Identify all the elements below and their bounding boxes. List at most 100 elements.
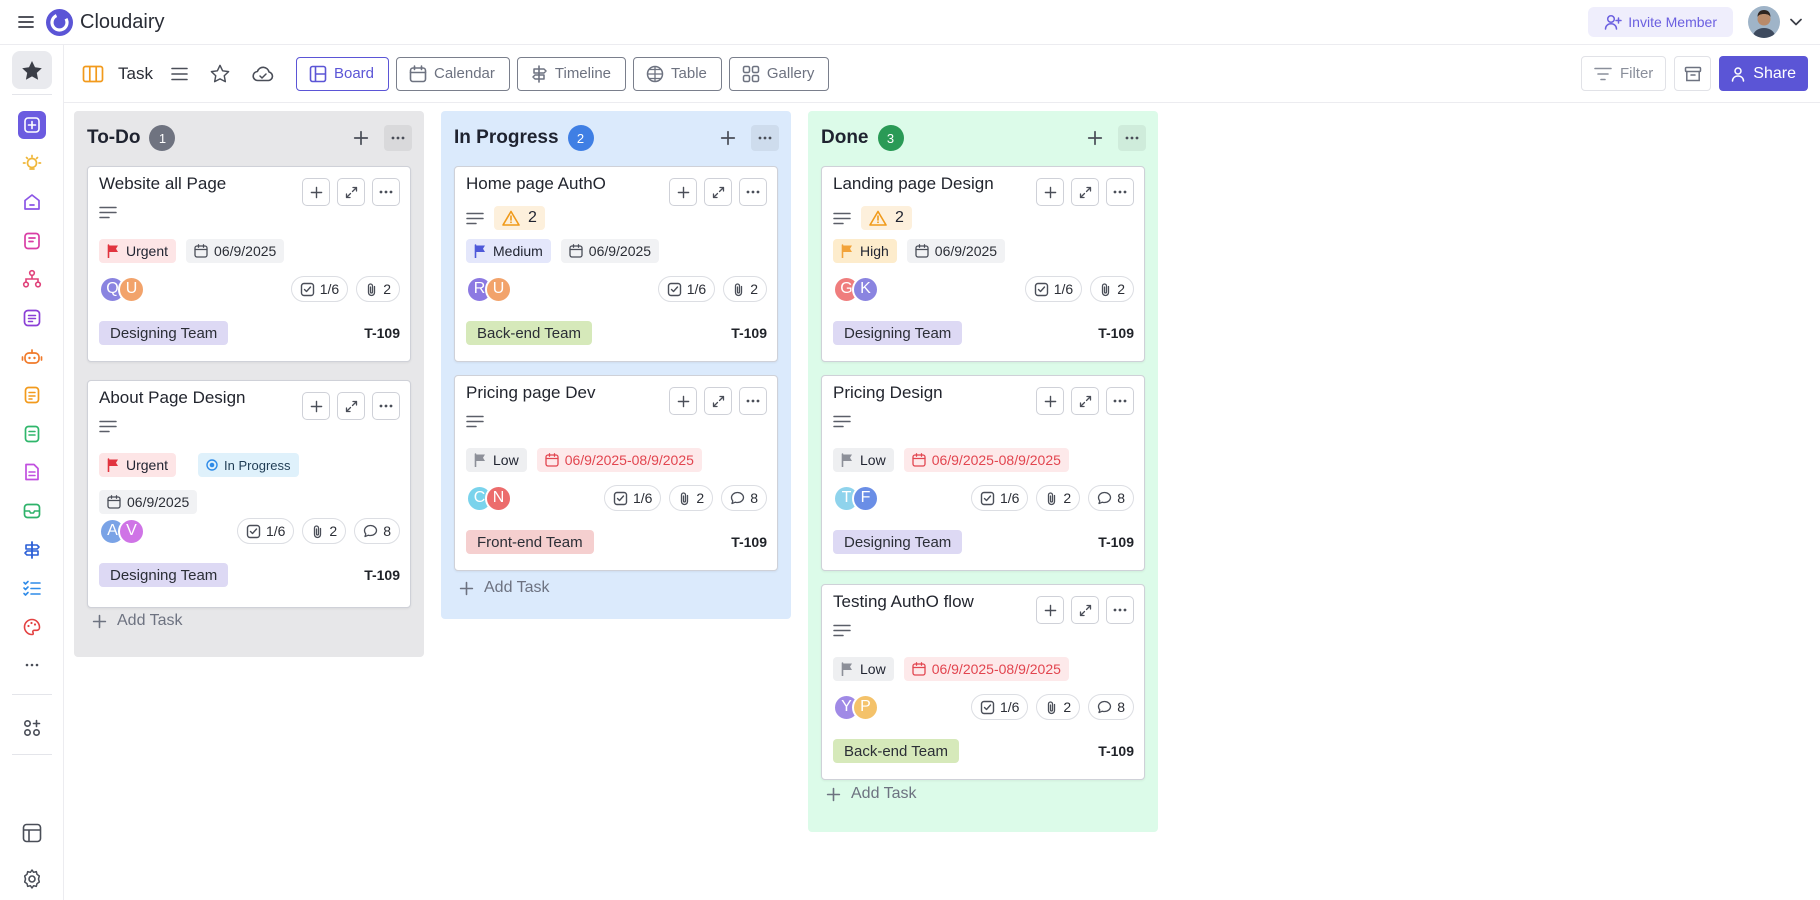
- column-add-icon[interactable]: [348, 125, 374, 151]
- task-card[interactable]: Testing AuthO flow Low 06/9/2025-08/9/2025…: [821, 584, 1145, 780]
- priority-badge[interactable]: Medium: [466, 239, 551, 263]
- team-tag[interactable]: Designing Team: [99, 563, 229, 587]
- column-add-icon[interactable]: [715, 125, 741, 151]
- add-subtask-icon[interactable]: [669, 178, 697, 206]
- star-icon[interactable]: [210, 64, 230, 83]
- task-card[interactable]: Pricing page Dev Low 06/9/2025-08/9/2025 C N…: [454, 375, 778, 571]
- comments-chip[interactable]: 8: [1088, 694, 1134, 720]
- view-tab-calendar[interactable]: Calendar: [396, 56, 510, 91]
- status-badge[interactable]: In Progress: [198, 453, 299, 477]
- assignee-avatar[interactable]: F: [852, 484, 879, 512]
- apps-icon[interactable]: [22, 718, 42, 738]
- assignee-avatars[interactable]: CN: [466, 484, 512, 512]
- cloud-sync-icon[interactable]: [252, 65, 274, 82]
- add-subtask-icon[interactable]: [302, 178, 330, 206]
- share-button[interactable]: Share: [1719, 56, 1808, 91]
- comments-chip[interactable]: 8: [721, 485, 767, 511]
- expand-icon[interactable]: [704, 178, 732, 206]
- column-more-icon[interactable]: [384, 125, 412, 151]
- more-options-icon[interactable]: [1106, 178, 1134, 206]
- expand-icon[interactable]: [1071, 596, 1099, 624]
- signpost-icon[interactable]: [22, 540, 42, 560]
- attachments-chip[interactable]: 2: [302, 518, 347, 544]
- file-text-icon[interactable]: [22, 385, 42, 405]
- expand-icon[interactable]: [1071, 178, 1099, 206]
- team-tag[interactable]: Back-end Team: [833, 739, 959, 763]
- attachments-chip[interactable]: 2: [356, 276, 400, 302]
- notes-icon[interactable]: [22, 231, 42, 251]
- column-add-icon[interactable]: [1082, 125, 1108, 151]
- team-tag[interactable]: Front-end Team: [466, 530, 594, 554]
- palette-icon[interactable]: [22, 617, 42, 637]
- create-plus-icon[interactable]: [18, 111, 46, 139]
- attachments-chip[interactable]: 2: [1090, 276, 1134, 302]
- due-date[interactable]: 06/9/2025-08/9/2025: [536, 448, 702, 472]
- priority-badge[interactable]: Low: [833, 448, 894, 472]
- bot-icon[interactable]: [21, 347, 43, 367]
- task-card[interactable]: Landing page Design 2 High 06/9/2025 G K 1/6 2 D…: [821, 166, 1145, 362]
- task-card[interactable]: Website all Page Urgent 06/9/2025 Q U 1/6 2 Des…: [87, 166, 411, 362]
- team-tag[interactable]: Designing Team: [99, 321, 229, 345]
- due-date[interactable]: 06/9/2025: [99, 490, 198, 514]
- more-options-icon[interactable]: [1106, 387, 1134, 415]
- task-card[interactable]: Home page AuthO 2 Medium 06/9/2025 R U 1/6 2 Bac…: [454, 166, 778, 362]
- checklist-chip[interactable]: 1/6: [236, 518, 295, 544]
- menu-icon[interactable]: [18, 15, 34, 29]
- expand-icon[interactable]: [1071, 387, 1099, 415]
- comments-chip[interactable]: 8: [354, 518, 400, 544]
- priority-badge[interactable]: High: [833, 239, 897, 263]
- add-task-button[interactable]: Add Task: [92, 612, 183, 630]
- add-task-button[interactable]: Add Task: [459, 579, 550, 597]
- checklist-chip[interactable]: 1/6: [290, 276, 349, 302]
- card-title[interactable]: Pricing page Dev: [466, 383, 595, 403]
- attachments-chip[interactable]: 2: [1036, 694, 1081, 720]
- layout-icon[interactable]: [21, 822, 43, 844]
- more-options-icon[interactable]: [372, 178, 400, 206]
- hierarchy-icon[interactable]: [22, 269, 42, 289]
- assignee-avatar[interactable]: N: [485, 484, 512, 512]
- task-card[interactable]: Pricing Design Low 06/9/2025-08/9/2025 T F 1/…: [821, 375, 1145, 571]
- more-options-icon[interactable]: [372, 392, 400, 420]
- assignee-avatars[interactable]: AV: [99, 517, 145, 545]
- doc-icon[interactable]: [22, 462, 42, 482]
- document-list-icon[interactable]: [22, 308, 42, 328]
- assignee-avatar[interactable]: P: [852, 693, 879, 721]
- priority-badge[interactable]: Urgent: [99, 453, 177, 477]
- checklist-chip[interactable]: 1/6: [1024, 276, 1083, 302]
- card-title[interactable]: Website all Page: [99, 174, 226, 194]
- expand-icon[interactable]: [704, 387, 732, 415]
- task-card[interactable]: About Page Design Urgent In Progress 06/9/2…: [87, 380, 411, 608]
- column-more-icon[interactable]: [751, 125, 779, 151]
- attachments-chip[interactable]: 2: [1036, 485, 1081, 511]
- priority-badge[interactable]: Urgent: [99, 239, 177, 263]
- add-subtask-icon[interactable]: [1036, 387, 1064, 415]
- view-tab-table[interactable]: Table: [633, 56, 722, 91]
- card-title[interactable]: Testing AuthO flow: [833, 592, 974, 612]
- chevron-down-icon[interactable]: [1790, 18, 1802, 26]
- checklist-chip[interactable]: 1/6: [970, 485, 1029, 511]
- add-subtask-icon[interactable]: [1036, 596, 1064, 624]
- expand-icon[interactable]: [337, 178, 365, 206]
- checklist-icon[interactable]: [22, 578, 42, 598]
- due-date[interactable]: 06/9/2025-08/9/2025: [903, 657, 1069, 681]
- comments-chip[interactable]: 8: [1088, 485, 1134, 511]
- team-tag[interactable]: Designing Team: [833, 321, 963, 345]
- priority-badge[interactable]: Low: [466, 448, 527, 472]
- assignee-avatars[interactable]: TF: [833, 484, 879, 512]
- more-apps-icon[interactable]: [25, 663, 39, 667]
- invite-member-button[interactable]: Invite Member: [1588, 7, 1733, 37]
- assignee-avatars[interactable]: YP: [833, 693, 879, 721]
- checklist-chip[interactable]: 1/6: [603, 485, 662, 511]
- add-subtask-icon[interactable]: [669, 387, 697, 415]
- settings-gear-icon[interactable]: [21, 868, 43, 890]
- priority-badge[interactable]: Low: [833, 657, 894, 681]
- due-date[interactable]: 06/9/2025: [560, 239, 660, 263]
- favorites-star-icon[interactable]: [12, 51, 52, 89]
- expand-icon[interactable]: [337, 392, 365, 420]
- add-subtask-icon[interactable]: [302, 392, 330, 420]
- view-tab-gallery[interactable]: Gallery: [728, 56, 830, 91]
- home-icon[interactable]: [22, 192, 42, 212]
- view-tab-board[interactable]: Board: [295, 56, 389, 91]
- due-date[interactable]: 06/9/2025: [906, 239, 1006, 263]
- assignee-avatar[interactable]: U: [118, 275, 145, 303]
